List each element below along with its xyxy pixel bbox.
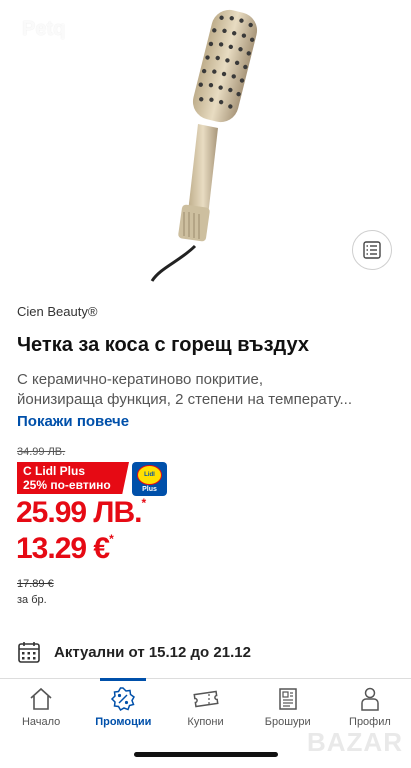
product-title: Четка за коса с горещ въздух: [17, 334, 309, 356]
old-price-eur: 17.89 €: [17, 578, 54, 590]
plus-label: Plus: [142, 486, 157, 493]
price-lv-value: 25.99 ЛВ.: [16, 496, 142, 529]
nav-label-home: Начало: [21, 716, 61, 728]
brochure-icon: [278, 688, 297, 710]
checklist-icon: [363, 241, 381, 259]
nav-label-promotions: Промоции: [95, 716, 152, 728]
home-indicator[interactable]: [134, 752, 278, 757]
price-eur-value: 13.29 €: [16, 532, 110, 565]
lidl-plus-promo-badge: С Lidl Plus 25% по-евтино: [17, 462, 129, 494]
nav-item-home[interactable]: Начало: [0, 684, 82, 734]
nav-label-brochures: Брошури: [264, 716, 311, 728]
description-line-1: С керамично-кератиново покритие,: [17, 371, 264, 388]
nav-label-coupons: Купони: [187, 716, 224, 728]
nav-item-promotions[interactable]: Промоции: [82, 684, 164, 734]
price-eur: 13.29 €*: [16, 532, 114, 566]
profile-icon: [361, 687, 379, 711]
list-view-button[interactable]: [352, 230, 392, 270]
watermark-bottom: BAZAR: [307, 727, 403, 757]
home-icon: [30, 687, 52, 710]
promo-line-2: 25% по-евтино: [23, 478, 111, 492]
validity-row: Актуални от 15.12 до 21.12: [17, 640, 251, 664]
price-lv-asterisk: *: [141, 496, 146, 510]
nav-divider: [0, 678, 411, 679]
lidl-plus-logo: Lidl Plus: [132, 462, 167, 496]
description-line-2: йонизираща функция, 2 степени на темпера…: [17, 391, 352, 408]
active-tab-indicator: [100, 678, 146, 681]
lidl-logo-icon: Lidl: [137, 465, 162, 485]
percent-badge-icon: [111, 687, 136, 712]
show-more-link[interactable]: Покажи повече: [17, 413, 129, 430]
calendar-icon: [18, 642, 40, 663]
validity-text: Актуални от 15.12 до 21.12: [54, 643, 251, 661]
product-image: [150, 9, 258, 282]
old-price-lv: 34.99 ЛВ.: [17, 446, 66, 458]
price-eur-asterisk: *: [109, 532, 114, 546]
coupon-icon: [192, 690, 219, 708]
watermark-top: Petq: [22, 18, 66, 40]
unit-label: за бр.: [17, 594, 47, 606]
promo-line-1: С Lidl Plus: [23, 464, 86, 478]
nav-item-coupons[interactable]: Купони: [164, 684, 246, 734]
product-brand: Cien Beauty®: [17, 304, 98, 319]
product-description: С керамично-кератиново покритие, йонизир…: [17, 370, 397, 410]
price-lv: 25.99 ЛВ.*: [16, 496, 146, 530]
